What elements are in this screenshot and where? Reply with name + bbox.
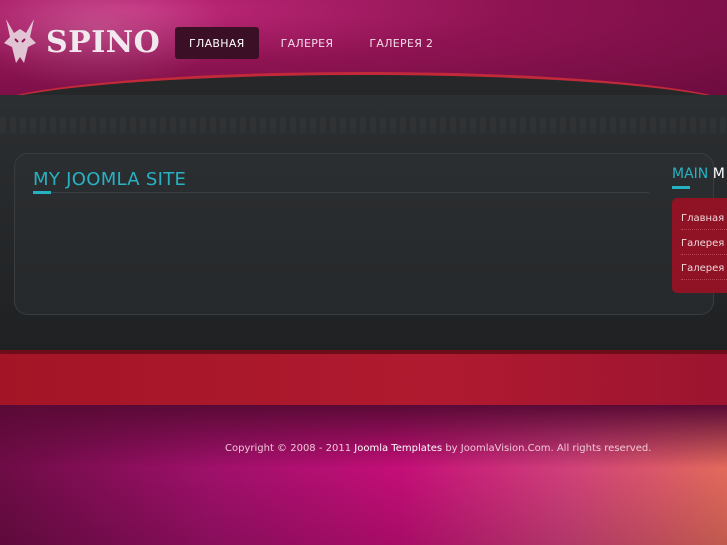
main-nav: ГЛАВНАЯ ГАЛЕРЕЯ ГАЛЕРЕЯ 2 [175, 27, 455, 59]
copyright-suffix: by JoomlaVision.Com. All rights reserved… [445, 443, 652, 454]
nav-item-home[interactable]: ГЛАВНАЯ [175, 27, 259, 59]
sidebar-menu-item-home[interactable]: Главная [681, 213, 724, 224]
joomla-templates-link[interactable]: Joomla Templates [354, 443, 442, 454]
main-content-panel: MY JOOMLA SITE [14, 153, 714, 315]
site-logo[interactable]: SPINO [0, 14, 160, 70]
sidebar-menu-item-gallery-2[interactable]: Галерея [681, 263, 724, 274]
red-band-edge [0, 350, 727, 354]
title-divider [33, 192, 649, 193]
red-band [0, 350, 727, 405]
sidebar-menu: Главная Галерея Галерея [672, 198, 727, 293]
sidebar-menu-item-gallery[interactable]: Галерея [681, 238, 724, 249]
footer-shade [0, 405, 727, 545]
page-title: MY JOOMLA SITE [33, 169, 187, 190]
sidebar-title-rest: M [712, 166, 725, 182]
sidebar-title-accent [672, 186, 690, 189]
sidebar-module-title: MAIN M [672, 166, 725, 182]
menu-divider [681, 254, 727, 255]
faded-breadcrumb [0, 117, 727, 133]
nav-item-gallery[interactable]: ГАЛЕРЕЯ [267, 27, 348, 59]
menu-divider [681, 229, 727, 230]
copyright-prefix: Copyright © 2008 - 2011 [225, 443, 352, 454]
nav-item-gallery-2[interactable]: ГАЛЕРЕЯ 2 [355, 27, 447, 59]
logo-text: SPINO [46, 24, 161, 60]
sidebar-title-colored: MAIN [672, 166, 709, 182]
menu-divider [681, 279, 727, 280]
copyright-text: Copyright © 2008 - 2011 Joomla Templates… [225, 443, 651, 454]
title-accent [33, 191, 51, 194]
dragon-head-icon [0, 17, 40, 67]
